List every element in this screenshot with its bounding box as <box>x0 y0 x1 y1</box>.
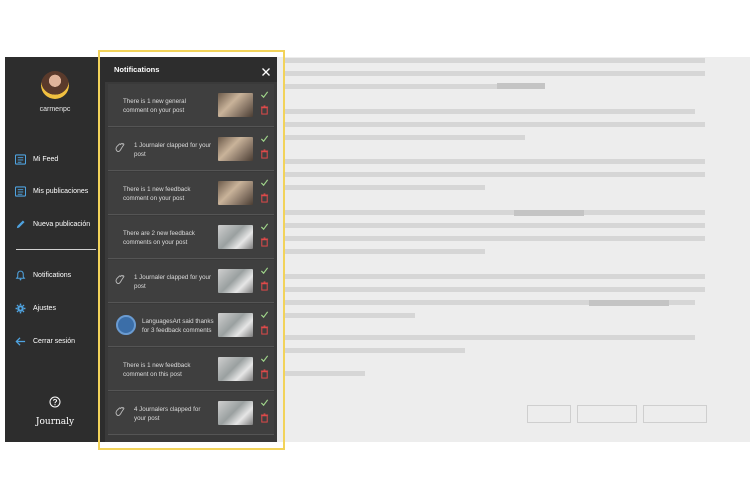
notification-item[interactable]: LanguagesArt said thanks for 3 feedback … <box>108 304 274 347</box>
notifications-panel: Notifications There is 1 new general com… <box>105 57 277 442</box>
post-thumbnail <box>218 401 253 425</box>
nav-label-ajustes: Ajustes <box>33 304 56 312</box>
feed-icon <box>15 153 26 165</box>
post-thumbnail <box>218 357 253 381</box>
bell-icon <box>15 270 26 281</box>
avatar[interactable] <box>41 71 69 99</box>
notification-text: LanguagesArt said thanks for 3 feedback … <box>142 317 214 334</box>
check-icon[interactable] <box>260 222 269 231</box>
notification-item[interactable]: 1 Journaler clapped for your post <box>108 128 274 171</box>
clap-icon <box>115 406 125 416</box>
notification-item[interactable]: There is 1 new feedback comment on this … <box>108 348 274 391</box>
post-thumbnail <box>218 137 253 161</box>
brand-logo[interactable]: Journaly <box>5 417 105 427</box>
nav-divider <box>16 249 96 250</box>
notification-text: There is 1 new feedback comment on your … <box>123 185 191 202</box>
nav-label-cerrar-sesion: Cerrar sesión <box>33 337 76 345</box>
notification-text: 4 Journalers clapped for your post <box>134 405 201 422</box>
arrow-left-icon <box>15 336 26 347</box>
clap-icon <box>115 142 125 152</box>
posts-icon <box>15 185 26 197</box>
notification-text: There is 1 new feedback comment on this … <box>123 361 191 378</box>
content-button <box>577 405 637 423</box>
notification-text: There are 2 new feedback comments on you… <box>123 229 195 246</box>
dimmed-text-lines <box>285 58 705 376</box>
app-window: carmenpc Mi Feed Mis publicaciones Nueva… <box>5 57 750 442</box>
notifications-title: Notifications <box>114 65 160 74</box>
check-icon[interactable] <box>260 90 269 99</box>
nav-item-ajustes[interactable]: Ajustes <box>15 300 105 316</box>
check-icon[interactable] <box>260 266 269 275</box>
question-icon[interactable] <box>49 395 61 408</box>
user-avatar <box>116 315 136 335</box>
nav-item-notifications[interactable]: Notifications <box>15 267 105 283</box>
trash-icon[interactable] <box>260 413 269 423</box>
trash-icon[interactable] <box>260 369 269 379</box>
trash-icon[interactable] <box>260 281 269 291</box>
check-icon[interactable] <box>260 354 269 363</box>
trash-icon[interactable] <box>260 149 269 159</box>
nav-label-notifications: Notifications <box>33 271 72 279</box>
post-thumbnail <box>218 313 253 337</box>
notification-item[interactable]: There are 2 new feedback comments on you… <box>108 216 274 259</box>
sidebar: carmenpc Mi Feed Mis publicaciones Nueva… <box>5 57 105 442</box>
nav-label-nueva-publicacion: Nueva publicación <box>33 220 91 228</box>
nav-label-mis-publicaciones: Mis publicaciones <box>33 187 89 195</box>
clap-icon <box>115 274 125 284</box>
notification-item[interactable]: 1 Journaler clapped for your post <box>108 260 274 303</box>
notification-text: 1 Journaler clapped for your post <box>134 273 212 290</box>
notification-text: 1 Journaler clapped for your post <box>134 141 212 158</box>
post-content-background <box>277 57 750 442</box>
close-icon[interactable] <box>261 64 271 76</box>
nav-item-mis-publicaciones[interactable]: Mis publicaciones <box>15 183 105 199</box>
check-icon[interactable] <box>260 310 269 319</box>
trash-icon[interactable] <box>260 237 269 247</box>
gear-icon <box>15 303 26 314</box>
check-icon[interactable] <box>260 134 269 143</box>
content-button <box>527 405 571 423</box>
notification-item[interactable]: There is 1 new general comment on your p… <box>108 84 274 127</box>
username: carmenpc <box>39 106 71 113</box>
trash-icon[interactable] <box>260 193 269 203</box>
trash-icon[interactable] <box>260 105 269 115</box>
check-icon[interactable] <box>260 398 269 407</box>
notification-item[interactable]: 4 Journalers clapped for your post <box>108 392 274 435</box>
post-thumbnail <box>218 225 253 249</box>
notifications-header: Notifications <box>105 57 277 82</box>
pencil-icon <box>15 219 26 230</box>
nav-item-cerrar-sesion[interactable]: Cerrar sesión <box>15 333 105 349</box>
post-thumbnail <box>218 181 253 205</box>
nav-label-mi-feed: Mi Feed <box>33 155 59 163</box>
notification-item[interactable]: There is 1 new feedback comment on your … <box>108 172 274 215</box>
check-icon[interactable] <box>260 178 269 187</box>
notification-text: There is 1 new general comment on your p… <box>123 97 186 114</box>
nav-item-nueva-publicacion[interactable]: Nueva publicación <box>15 216 105 232</box>
trash-icon[interactable] <box>260 325 269 335</box>
content-button <box>643 405 707 423</box>
post-thumbnail <box>218 269 253 293</box>
post-thumbnail <box>218 93 253 117</box>
nav-item-mi-feed[interactable]: Mi Feed <box>15 151 105 167</box>
